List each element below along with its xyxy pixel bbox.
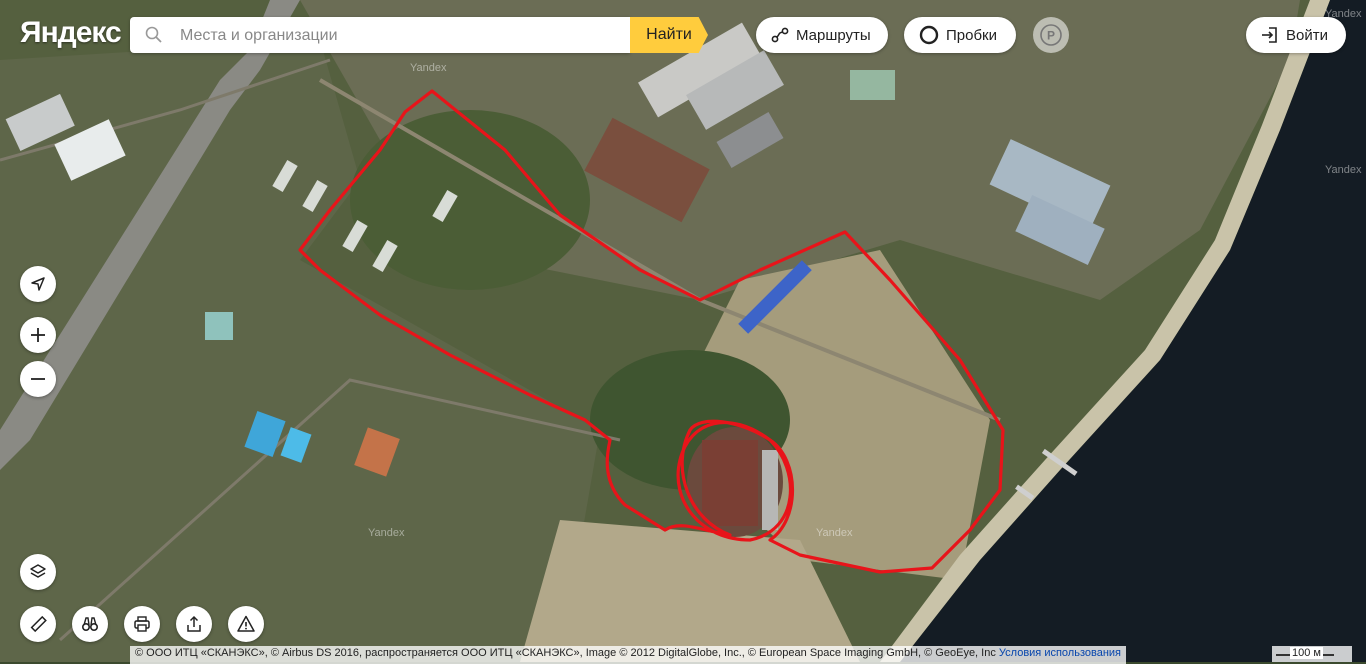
traffic-icon: [919, 25, 939, 45]
map-watermark: Yandex: [410, 62, 447, 74]
route-icon: [771, 27, 789, 43]
share-icon: [187, 615, 201, 632]
zoom-out-button[interactable]: [20, 361, 56, 397]
parking-button[interactable]: P: [1033, 17, 1069, 53]
find-button[interactable]: Найти: [630, 17, 708, 53]
scale-bar[interactable]: 100 м: [1272, 646, 1352, 662]
ruler-button[interactable]: [20, 606, 56, 642]
login-button[interactable]: Войти: [1246, 17, 1346, 53]
traffic-button[interactable]: Пробки: [904, 17, 1016, 53]
share-button[interactable]: [176, 606, 212, 642]
terms-link[interactable]: Условия использования: [999, 647, 1121, 659]
map-watermark: Yandex: [368, 527, 405, 539]
location-arrow-icon: [31, 277, 45, 291]
binoculars-icon: [81, 617, 99, 632]
plus-icon: [31, 328, 45, 342]
print-button[interactable]: [124, 606, 160, 642]
satellite-map[interactable]: [0, 0, 1366, 662]
panorama-button[interactable]: [72, 606, 108, 642]
traffic-label: Пробки: [946, 26, 997, 44]
yandex-logo[interactable]: Яндекс: [20, 16, 122, 50]
map-watermark: Yandex: [1325, 164, 1362, 176]
layers-button[interactable]: [20, 554, 56, 590]
routes-button[interactable]: Маршруты: [756, 17, 888, 53]
map-watermark: Yandex: [816, 527, 853, 539]
printer-icon: [134, 616, 150, 632]
svg-text:P: P: [1047, 29, 1055, 43]
ruler-icon: [30, 615, 47, 633]
search-icon: [145, 26, 162, 43]
attribution-text: © ООО ИТЦ «СКАНЭКС», © Airbus DS 2016, р…: [135, 647, 996, 659]
zoom-in-button[interactable]: [20, 317, 56, 353]
locate-me-button[interactable]: [20, 266, 56, 302]
report-error-button[interactable]: [228, 606, 264, 642]
scale-label: 100 м: [1290, 647, 1323, 659]
map-attribution: © ООО ИТЦ «СКАНЭКС», © Airbus DS 2016, р…: [130, 646, 1126, 664]
layers-icon: [30, 564, 46, 578]
warning-icon: [237, 615, 255, 632]
login-label: Войти: [1286, 26, 1328, 44]
routes-label: Маршруты: [796, 26, 871, 44]
search-bar: Найти: [130, 17, 720, 55]
login-icon: [1262, 27, 1277, 43]
minus-icon: [31, 378, 45, 380]
search-input[interactable]: [178, 17, 622, 55]
parking-icon: P: [1040, 24, 1062, 46]
search-box[interactable]: [130, 17, 630, 55]
